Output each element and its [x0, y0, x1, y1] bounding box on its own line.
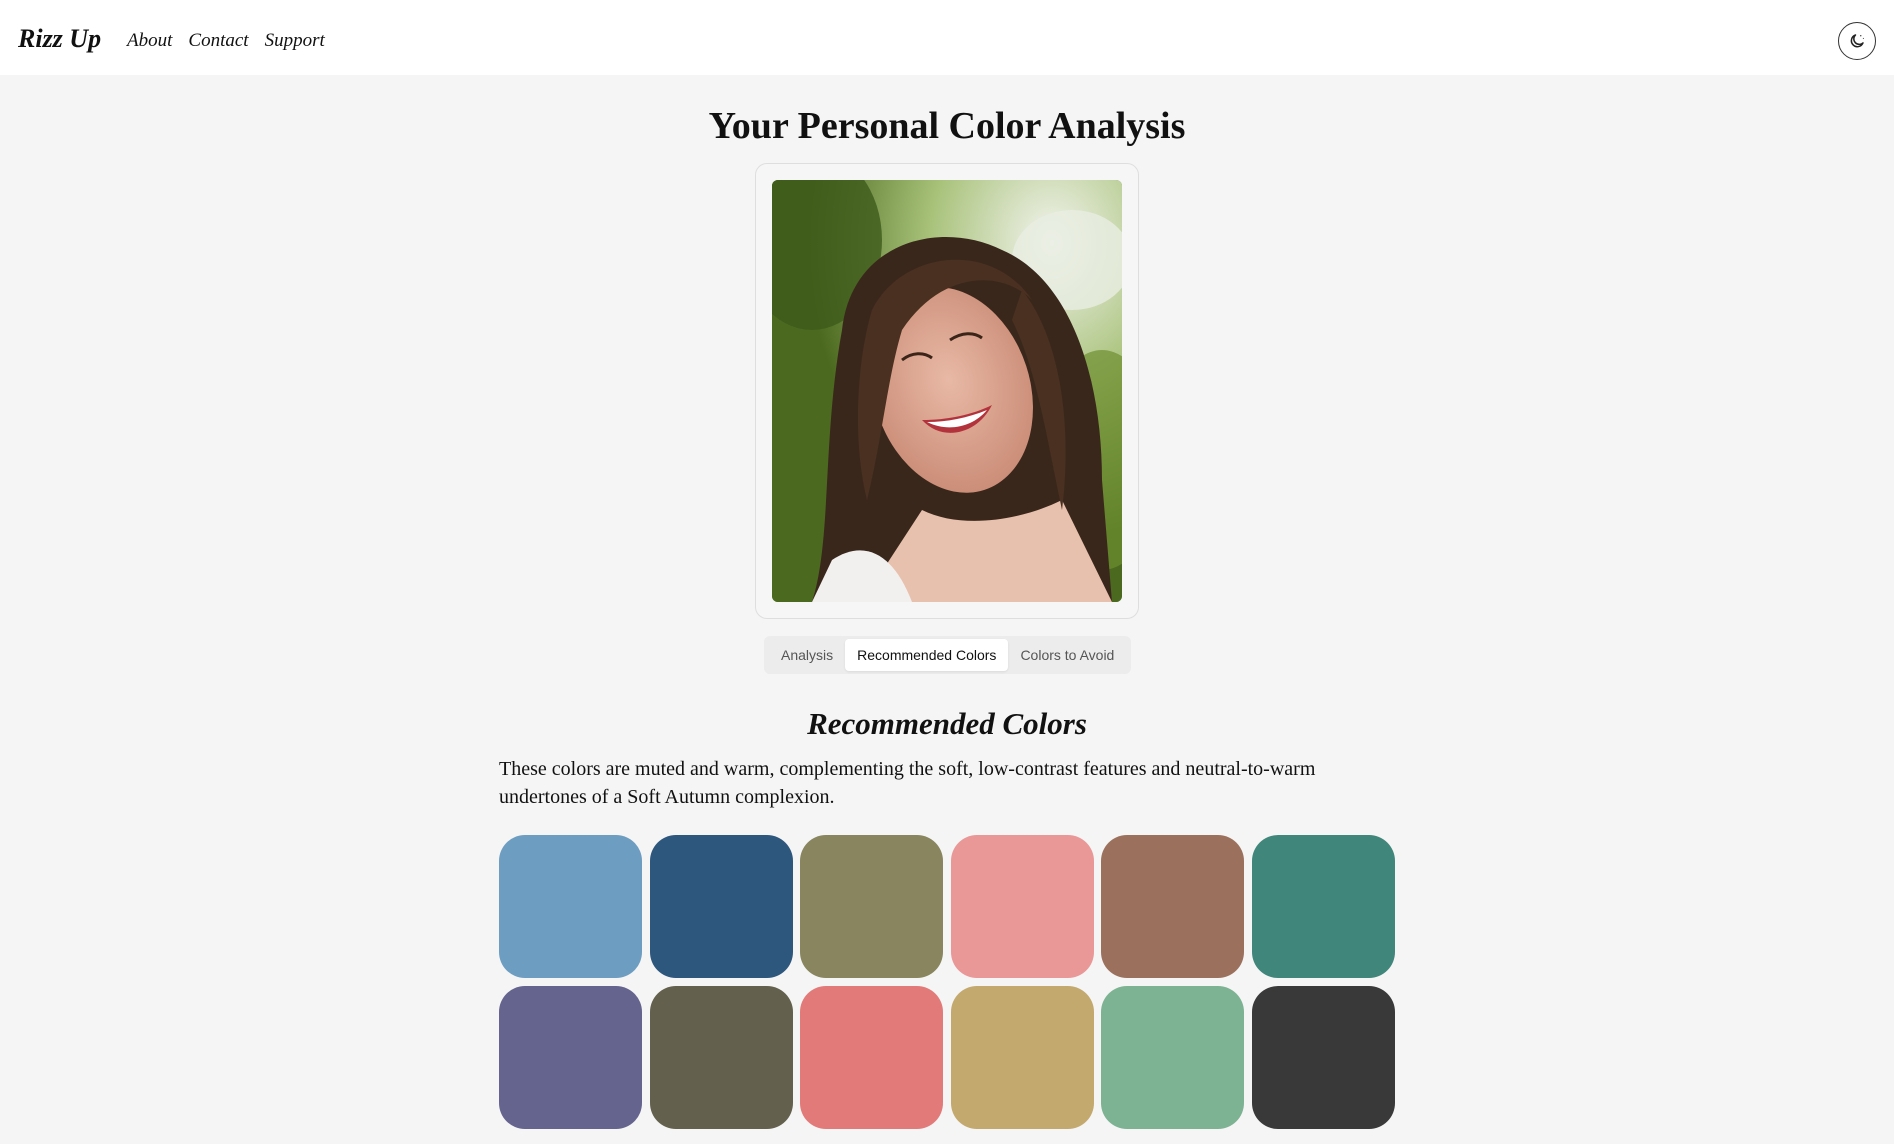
main-nav: About Contact Support: [127, 30, 325, 52]
nav-link-about[interactable]: About: [127, 30, 172, 52]
portrait-illustration: [772, 180, 1122, 602]
color-swatch[interactable]: [649, 835, 793, 978]
photo-card: [755, 163, 1139, 619]
color-swatch[interactable]: [1251, 985, 1395, 1129]
color-swatch[interactable]: [1251, 835, 1395, 978]
nav-link-contact[interactable]: Contact: [188, 30, 248, 52]
top-nav-bar: Rizz Up About Contact Support: [0, 0, 1894, 75]
color-swatch[interactable]: [499, 985, 642, 1129]
brand-logo-link[interactable]: Rizz Up: [18, 24, 101, 54]
section-description: These colors are muted and warm, complem…: [499, 758, 1316, 808]
color-swatch[interactable]: [1101, 985, 1245, 1129]
moon-icon: [1850, 34, 1864, 48]
portrait-photo: [772, 180, 1122, 602]
page-title: Your Personal Color Analysis: [708, 105, 1186, 147]
theme-toggle-button[interactable]: [1838, 22, 1876, 60]
color-swatch[interactable]: [800, 835, 944, 978]
tab-recommended-colors[interactable]: Recommended Colors: [845, 639, 1009, 671]
tab-analysis[interactable]: Analysis: [769, 639, 845, 671]
color-swatch[interactable]: [649, 985, 793, 1129]
section-title: Recommended Colors: [807, 706, 1087, 741]
nav-link-support[interactable]: Support: [265, 30, 325, 52]
color-swatch[interactable]: [499, 835, 642, 978]
analysis-tabs: Analysis Recommended Colors Colors to Av…: [764, 636, 1131, 674]
tab-colors-to-avoid[interactable]: Colors to Avoid: [1008, 639, 1126, 671]
color-swatch-grid: [499, 835, 1395, 1129]
color-swatch[interactable]: [1101, 835, 1245, 978]
color-swatch[interactable]: [950, 835, 1094, 978]
color-swatch[interactable]: [800, 985, 944, 1129]
color-swatch[interactable]: [950, 985, 1094, 1129]
